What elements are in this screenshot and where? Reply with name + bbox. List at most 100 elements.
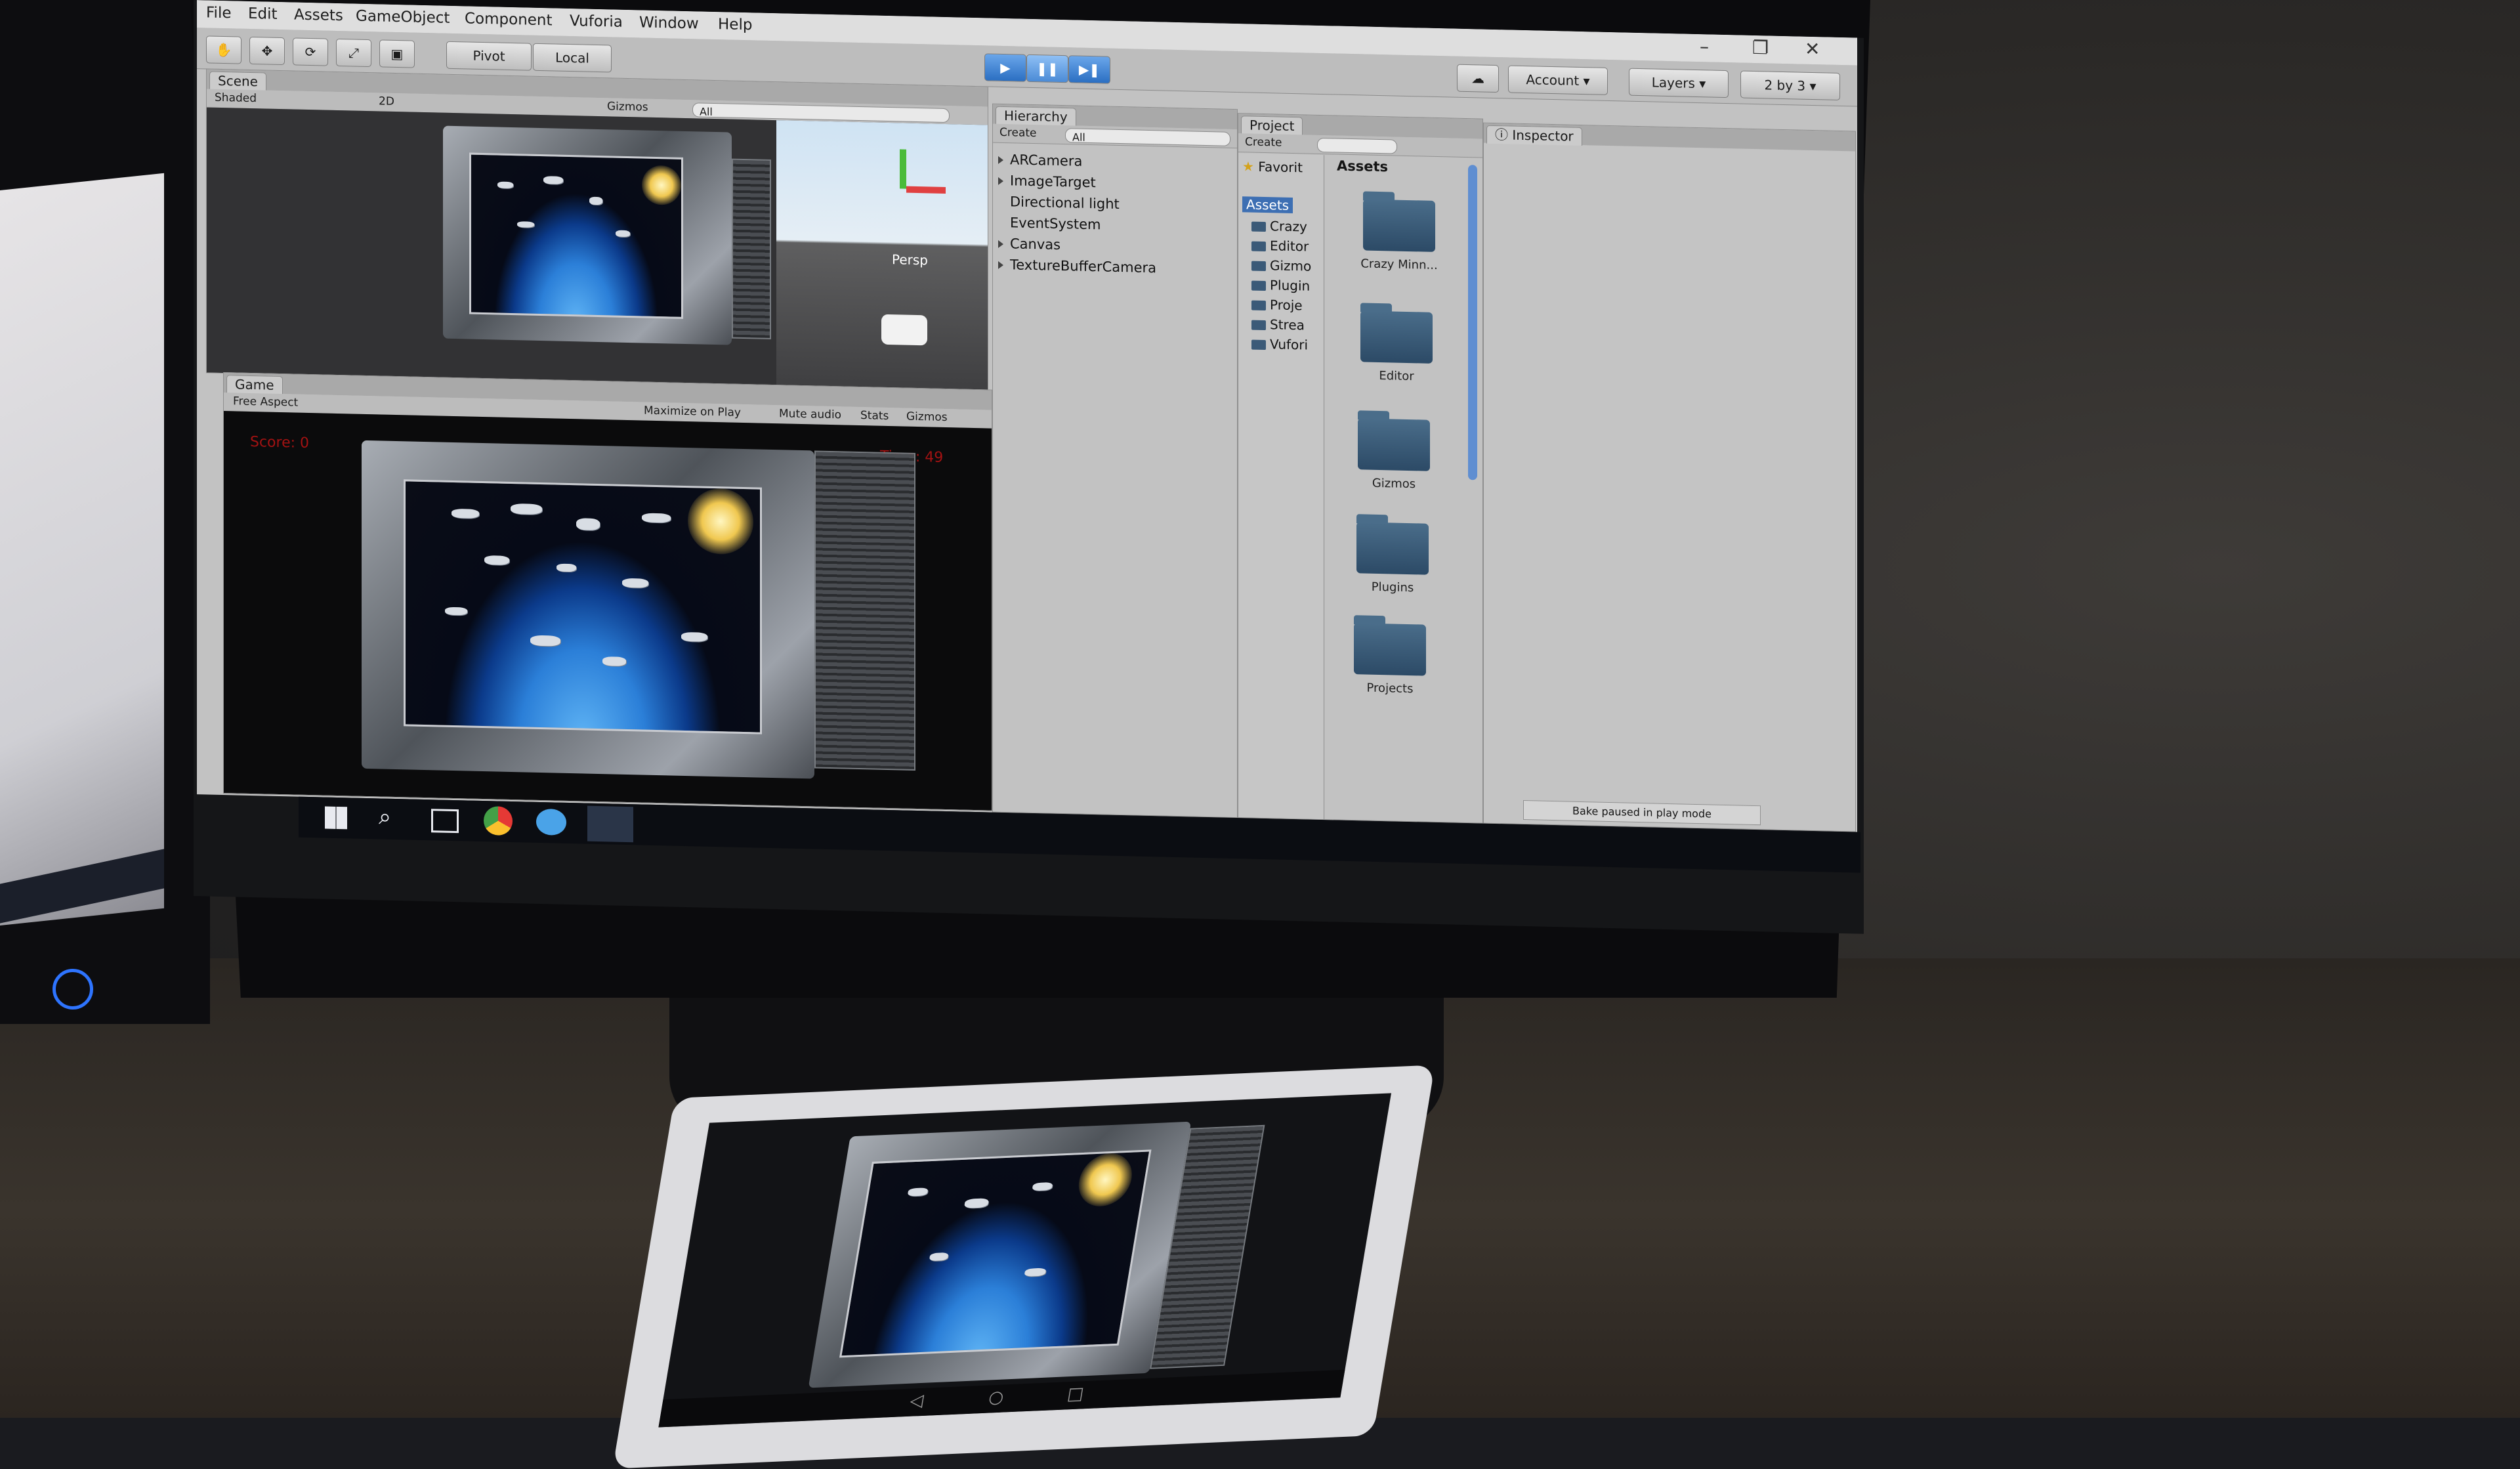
hierarchy-item-eventsystem[interactable]: EventSystem bbox=[1010, 215, 1101, 232]
expand-arrow-icon[interactable] bbox=[998, 261, 1003, 270]
folder-icon[interactable] bbox=[1358, 418, 1430, 471]
space-debris bbox=[1032, 1182, 1053, 1191]
status-message: Bake paused in play mode bbox=[1572, 804, 1712, 820]
y-axis-gizmo[interactable] bbox=[900, 149, 906, 189]
info-icon: ⓘ bbox=[1495, 127, 1508, 143]
stats-toggle[interactable]: Stats bbox=[860, 409, 889, 423]
hierarchy-create-button[interactable]: Create bbox=[999, 126, 1037, 140]
space-debris bbox=[963, 1198, 990, 1208]
app-icon[interactable] bbox=[536, 808, 566, 836]
tab-inspector[interactable]: ⓘ Inspector bbox=[1486, 125, 1582, 146]
tree-item-gizmos[interactable]: Gizmo bbox=[1251, 257, 1311, 274]
maximize-on-play-toggle[interactable]: Maximize on Play bbox=[644, 404, 741, 419]
account-dropdown[interactable]: Account ▾ bbox=[1508, 65, 1608, 95]
favorites-item[interactable]: ★ Favorit bbox=[1242, 158, 1303, 175]
game-gizmos-dropdown[interactable]: Gizmos bbox=[906, 410, 948, 424]
hierarchy-item-directional-light[interactable]: Directional light bbox=[1010, 194, 1120, 212]
hierarchy-item-label: Canvas bbox=[1010, 236, 1061, 253]
hierarchy-search-input[interactable]: All bbox=[1065, 128, 1230, 146]
tree-item-crazy[interactable]: Crazy bbox=[1251, 218, 1307, 235]
move-tool-icon[interactable]: ✥ bbox=[249, 36, 285, 66]
hierarchy-item-arcamera[interactable]: ARCamera bbox=[998, 152, 1082, 169]
tab-project[interactable]: Project bbox=[1241, 116, 1303, 136]
tree-item-label: Editor bbox=[1270, 238, 1309, 255]
shading-dropdown[interactable]: Shaded bbox=[215, 91, 257, 105]
tree-item-streaming[interactable]: Strea bbox=[1251, 316, 1305, 333]
back-icon[interactable]: ◁ bbox=[908, 1391, 925, 1411]
menu-component[interactable]: Component bbox=[465, 10, 553, 29]
local-toggle[interactable]: Local bbox=[533, 43, 612, 73]
expand-arrow-icon[interactable] bbox=[998, 240, 1003, 249]
tab-game[interactable]: Game bbox=[226, 375, 283, 395]
tree-item-editor[interactable]: Editor bbox=[1251, 238, 1309, 255]
hierarchy-item-label: ImageTarget bbox=[1010, 173, 1096, 191]
scene-viewport[interactable]: Persp bbox=[207, 107, 988, 391]
folder-icon[interactable] bbox=[1363, 199, 1435, 252]
tree-item-projects[interactable]: Proje bbox=[1251, 297, 1303, 314]
layers-dropdown[interactable]: Layers ▾ bbox=[1629, 68, 1729, 98]
pivot-toggle[interactable]: Pivot bbox=[446, 41, 532, 71]
scene-panel: Scene Shaded 2D Gizmos All Persp bbox=[206, 68, 988, 391]
folder-crazy-label: Crazy Minn... bbox=[1360, 257, 1438, 273]
rotate-tool-icon[interactable]: ⟳ bbox=[293, 37, 328, 66]
task-view-icon[interactable] bbox=[431, 809, 459, 834]
folder-icon[interactable] bbox=[1354, 623, 1426, 676]
scene-gizmos-dropdown[interactable]: Gizmos bbox=[607, 100, 648, 114]
project-create-button[interactable]: Create bbox=[1245, 135, 1282, 149]
chrome-icon[interactable] bbox=[484, 806, 513, 836]
windows-start-icon[interactable] bbox=[325, 806, 347, 830]
expand-arrow-icon[interactable] bbox=[998, 156, 1003, 165]
folder-icon[interactable] bbox=[1360, 310, 1433, 364]
play-button[interactable]: ▶ bbox=[984, 53, 1026, 82]
tree-item-plugins[interactable]: Plugin bbox=[1251, 277, 1310, 294]
tab-hierarchy[interactable]: Hierarchy bbox=[996, 106, 1076, 127]
persp-label[interactable]: Persp bbox=[892, 251, 928, 268]
folder-projects-label: Projects bbox=[1366, 681, 1414, 696]
hierarchy-item-canvas[interactable]: Canvas bbox=[998, 236, 1060, 253]
menu-vuforia[interactable]: Vuforia bbox=[570, 12, 623, 31]
folder-icon[interactable] bbox=[1356, 522, 1429, 575]
minimize-icon[interactable]: – bbox=[1700, 35, 1709, 57]
tree-item-label: Vufori bbox=[1270, 336, 1309, 353]
menu-gameobject[interactable]: GameObject bbox=[356, 8, 450, 27]
hierarchy-item-texturebuffercamera[interactable]: TextureBufferCamera bbox=[998, 257, 1156, 276]
scale-tool-icon[interactable]: ⤢ bbox=[336, 38, 371, 68]
menu-file[interactable]: File bbox=[206, 4, 232, 22]
monitor-screen: File Edit Assets GameObject Component Vu… bbox=[194, 0, 1864, 934]
aspect-dropdown[interactable]: Free Aspect bbox=[233, 394, 298, 409]
menu-assets[interactable]: Assets bbox=[294, 6, 343, 24]
tree-assets-root[interactable]: Assets bbox=[1242, 196, 1293, 214]
search-icon[interactable]: ⌕ bbox=[379, 803, 391, 830]
project-scrollbar[interactable] bbox=[1468, 165, 1477, 480]
hand-tool-icon[interactable]: ✋ bbox=[206, 35, 242, 64]
recents-icon[interactable]: □ bbox=[1066, 1384, 1085, 1404]
expand-arrow-icon[interactable] bbox=[998, 177, 1003, 186]
mode-2d-toggle[interactable]: 2D bbox=[379, 95, 394, 108]
tab-scene[interactable]: Scene bbox=[209, 71, 266, 91]
menu-help[interactable]: Help bbox=[718, 16, 752, 33]
tree-item-vuforia[interactable]: Vufori bbox=[1251, 336, 1308, 353]
space-debris bbox=[602, 656, 626, 666]
mute-audio-toggle[interactable]: Mute audio bbox=[779, 407, 841, 421]
restore-icon[interactable]: ❐ bbox=[1752, 37, 1769, 59]
home-icon[interactable]: ○ bbox=[987, 1387, 1005, 1407]
tree-item-label: Proje bbox=[1270, 297, 1303, 314]
folder-gizmos-label: Gizmos bbox=[1372, 476, 1416, 492]
rect-tool-icon[interactable]: ▣ bbox=[379, 39, 415, 68]
project-breadcrumb[interactable]: Assets bbox=[1337, 158, 1388, 175]
menu-edit[interactable]: Edit bbox=[248, 5, 278, 23]
layout-dropdown[interactable]: 2 by 3 ▾ bbox=[1740, 70, 1840, 100]
space-debris bbox=[681, 631, 707, 642]
space-debris bbox=[484, 555, 509, 565]
step-button[interactable]: ▶❚ bbox=[1068, 55, 1110, 84]
close-icon[interactable]: ✕ bbox=[1805, 38, 1820, 60]
cloud-icon[interactable]: ☁ bbox=[1457, 64, 1499, 93]
hierarchy-item-imagetarget[interactable]: ImageTarget bbox=[998, 173, 1096, 190]
favorites-label: Favorit bbox=[1258, 158, 1303, 176]
pause-button[interactable]: ❚❚ bbox=[1026, 54, 1068, 83]
project-search-input[interactable] bbox=[1317, 137, 1397, 154]
unity-taskbar-icon[interactable] bbox=[587, 805, 633, 843]
game-viewport[interactable]: Score: 0 Time: 49 bbox=[224, 411, 992, 811]
menu-window[interactable]: Window bbox=[639, 14, 699, 32]
x-axis-gizmo[interactable] bbox=[906, 186, 946, 194]
